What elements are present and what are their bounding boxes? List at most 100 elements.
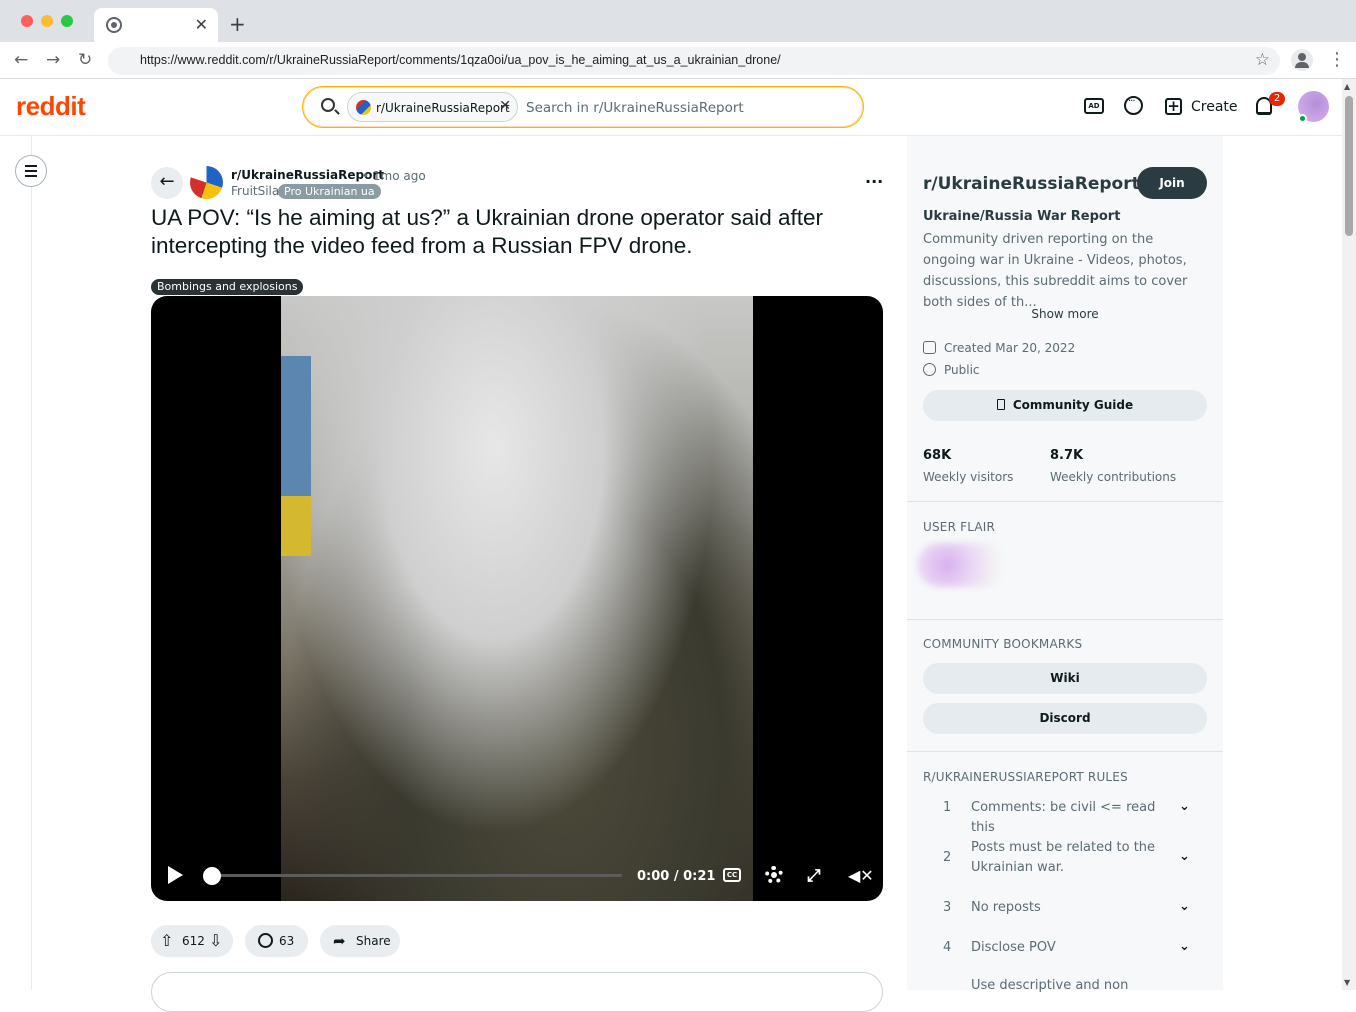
share-icon: ➦ (333, 932, 346, 950)
back-button[interactable]: ← (151, 167, 183, 199)
chevron-down-icon[interactable]: ⌄ (1179, 939, 1190, 954)
share-button[interactable]: ➦ Share (320, 925, 400, 957)
globe-icon (923, 363, 936, 376)
post-time: • 1mo ago (362, 169, 426, 183)
browser-tab[interactable]: ✕ (94, 8, 218, 42)
community-title: r/UkraineRussiaReport (923, 174, 1140, 194)
address-bar: ← → ↻ https://www.reddit.com/r/UkraineRu… (0, 42, 1356, 79)
community-description: Community driven reporting on the ongoin… (923, 232, 1188, 310)
search-placeholder: Search in r/UkraineRussiaReport (526, 100, 744, 116)
discord-bookmark-button[interactable]: Discord (923, 703, 1207, 734)
menu-toggle-button[interactable] (15, 155, 47, 187)
chip-close-icon[interactable]: ✕ (499, 98, 511, 114)
weekly-visitors-count: 68K (923, 448, 952, 463)
user-flair-heading: USER FLAIR (923, 520, 996, 534)
browser-menu-icon[interactable]: ⋮ (1328, 49, 1346, 70)
rule-text: No reposts (971, 900, 1041, 915)
search-subreddit-chip[interactable]: r/UkraineRussiaReport ✕ (347, 92, 518, 122)
captions-icon[interactable]: CC (723, 868, 741, 882)
book-icon (996, 399, 1005, 410)
reddit-logo[interactable]: reddit (16, 91, 86, 122)
rules-heading: R/UKRAINERUSSIAREPORT RULES (923, 770, 1128, 784)
left-nav-rail (0, 136, 32, 990)
divider (907, 501, 1223, 502)
vote-control: ⇧ 612 ⇩ (151, 925, 233, 957)
rule-text: Use descriptive and non (971, 978, 1129, 993)
post-title: UA POV: “Is he aiming at us?” a Ukrainia… (151, 205, 824, 258)
video-time: 0:00 / 0:21 (637, 869, 716, 884)
browser-profile-icon[interactable] (1291, 49, 1313, 71)
search-chip-label: r/UkraineRussiaReport (376, 101, 510, 115)
flag-image (281, 356, 311, 496)
show-more-button[interactable]: Show more (907, 307, 1223, 321)
url-input[interactable]: https://www.reddit.com/r/UkraineRussiaRe… (108, 47, 1280, 75)
close-tab-icon[interactable]: ✕ (195, 15, 208, 34)
divider (907, 619, 1223, 620)
flag-image-lower (281, 496, 311, 556)
close-window-button[interactable] (21, 15, 33, 27)
rule-number: 3 (943, 900, 952, 915)
search-icon (321, 98, 335, 112)
downvote-icon[interactable]: ⇩ (209, 925, 222, 957)
community-sidebar: r/UkraineRussiaReport Join Ukraine/Russi… (907, 136, 1223, 993)
user-flair-preview[interactable] (917, 543, 1017, 587)
more-options-icon[interactable]: ··· (865, 172, 883, 191)
community-subtitle: Ukraine/Russia War Report (923, 209, 1121, 224)
video-player[interactable]: 0:00 / 0:21 CC ⤢ ◀✕ (151, 296, 883, 901)
reload-icon[interactable]: ↻ (78, 50, 92, 70)
search-input[interactable]: r/UkraineRussiaReport ✕ Search in r/Ukra… (302, 86, 864, 128)
community-guide-button[interactable]: Community Guide (923, 390, 1207, 421)
scrollbar-thumb[interactable] (1345, 96, 1353, 236)
scroll-up-arrow-icon[interactable]: ▲ (1344, 82, 1350, 91)
advertise-icon[interactable]: AD (1084, 98, 1104, 114)
author-link[interactable]: FruitSila (231, 184, 279, 198)
settings-gear-icon[interactable] (765, 866, 783, 884)
bookmarks-heading: COMMUNITY BOOKMARKS (923, 637, 1083, 651)
chevron-down-icon[interactable]: ⌄ (1179, 849, 1190, 864)
visibility-label: Public (944, 363, 980, 377)
visibility-row: Public (923, 363, 980, 377)
rule-text: Posts must be related to the Ukrainian w… (971, 840, 1156, 875)
rule-text: Comments: be civil <= read this (971, 800, 1156, 835)
back-arrow-icon[interactable]: ← (14, 50, 28, 70)
post-flair[interactable]: Bombings and explosions (151, 279, 304, 295)
fullscreen-icon[interactable]: ⤢ (807, 866, 821, 886)
forward-arrow-icon[interactable]: → (46, 50, 60, 70)
minimize-window-button[interactable] (41, 15, 53, 27)
comment-count: 63 (279, 934, 295, 948)
browser-tab-strip: ✕ + (0, 0, 1356, 42)
comment-icon (258, 933, 273, 948)
share-label: Share (356, 934, 391, 948)
video-frame (281, 296, 753, 901)
maximize-window-button[interactable] (61, 15, 73, 27)
created-row: Created Mar 20, 2022 (923, 341, 1075, 355)
mute-icon[interactable]: ◀✕ (848, 866, 874, 885)
author-flair: Pro Ukrainian ua (278, 184, 381, 199)
rule-number: 1 (943, 800, 952, 815)
seek-handle[interactable] (203, 867, 221, 885)
create-button[interactable]: Create (1191, 99, 1238, 115)
comments-button[interactable]: 63 (245, 925, 308, 957)
online-status-dot (1298, 114, 1307, 123)
community-guide-label: Community Guide (1012, 398, 1134, 412)
comment-input[interactable] (151, 972, 883, 1012)
chrome-favicon-icon (106, 17, 122, 33)
create-plus-icon[interactable]: + (1165, 98, 1182, 115)
subreddit-avatar[interactable] (190, 166, 223, 199)
weekly-visitors-label: Weekly visitors (923, 470, 1014, 484)
chat-icon[interactable] (1124, 96, 1143, 115)
subreddit-avatar-icon (356, 100, 371, 115)
play-icon[interactable] (168, 866, 183, 884)
chevron-down-icon[interactable]: ⌄ (1179, 799, 1190, 814)
new-tab-icon[interactable]: + (229, 12, 246, 36)
chevron-down-icon[interactable]: ⌄ (1179, 899, 1190, 914)
wiki-bookmark-button[interactable]: Wiki (923, 663, 1207, 694)
rule-number: 2 (943, 850, 952, 865)
join-button[interactable]: Join (1137, 167, 1207, 199)
upvote-icon[interactable]: ⇧ (160, 925, 173, 957)
bookmark-star-icon[interactable]: ☆ (1255, 50, 1270, 70)
seek-bar[interactable] (206, 874, 622, 877)
rule-number: 4 (943, 940, 952, 955)
scroll-down-arrow-icon[interactable]: ▼ (1344, 978, 1350, 987)
url-text: https://www.reddit.com/r/UkraineRussiaRe… (140, 53, 781, 67)
